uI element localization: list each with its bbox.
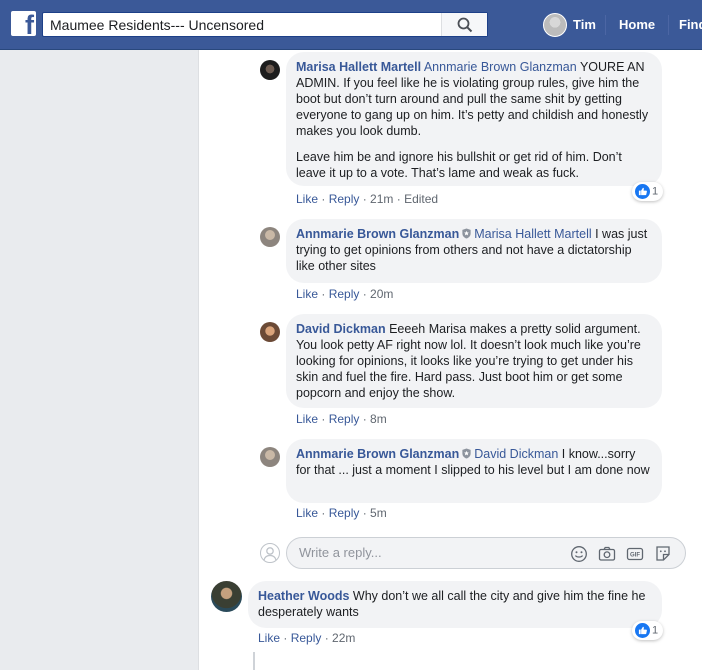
- find-friends-link[interactable]: Find: [679, 17, 702, 32]
- comment-actions: Like · Reply · 22m: [258, 631, 356, 645]
- avatar[interactable]: [260, 322, 280, 342]
- avatar: [543, 13, 567, 37]
- search-icon: [457, 17, 473, 33]
- avatar[interactable]: [260, 227, 280, 247]
- comment-bubble: Marisa Hallett Martell Annmarie Brown Gl…: [286, 52, 662, 186]
- left-column: [0, 50, 198, 670]
- reaction-number: 1: [652, 624, 659, 637]
- reply-link[interactable]: Reply: [329, 192, 360, 206]
- sticker-icon[interactable]: [654, 545, 672, 563]
- search-button[interactable]: [441, 13, 487, 36]
- comment-actions: Like · Reply · 8m: [296, 412, 387, 426]
- reply-link[interactable]: Reply: [291, 631, 322, 645]
- gif-icon[interactable]: GIF: [626, 545, 644, 563]
- comment-author[interactable]: Marisa Hallett Martell: [296, 60, 421, 74]
- like-link[interactable]: Like: [258, 631, 280, 645]
- avatar[interactable]: [260, 447, 280, 467]
- reply-link[interactable]: Reply: [329, 412, 360, 426]
- top-navigation-bar: f Maumee Residents--- Uncensored Tim Hom…: [0, 0, 702, 50]
- avatar[interactable]: [211, 581, 242, 612]
- comment-bubble: David Dickman Eeeeh Marisa makes a prett…: [286, 314, 662, 408]
- comment-time[interactable]: 8m: [370, 412, 387, 426]
- shield-icon: [462, 228, 471, 239]
- comment-actions: Like · Reply · 5m: [296, 506, 387, 520]
- reaction-count[interactable]: 1: [632, 182, 664, 201]
- avatar: [260, 543, 280, 563]
- home-link[interactable]: Home: [619, 17, 655, 32]
- thumbs-up-icon: [635, 623, 650, 638]
- comment-time[interactable]: 22m: [332, 631, 355, 645]
- thread-connector: [253, 652, 255, 670]
- nav-divider: [605, 15, 606, 35]
- reply-link[interactable]: Reply: [329, 287, 360, 301]
- comment-actions: Like · Reply · 21m · Edited: [296, 192, 439, 206]
- comment-time[interactable]: 5m: [370, 506, 387, 520]
- reaction-count[interactable]: 1: [632, 621, 664, 640]
- thumbs-up-icon: [635, 184, 650, 199]
- comment-bubble: Annmarie Brown Glanzman David Dickman I k…: [286, 439, 662, 503]
- comment-mention[interactable]: Annmarie Brown Glanzman: [424, 60, 577, 74]
- like-link[interactable]: Like: [296, 287, 318, 301]
- reply-link[interactable]: Reply: [329, 506, 360, 520]
- comment-author[interactable]: Annmarie Brown Glanzman: [296, 227, 459, 241]
- comment-mention[interactable]: Marisa Hallett Martell: [474, 227, 591, 241]
- comment-bubble: Heather Woods Why don’t we all call the …: [248, 581, 662, 628]
- comment-author[interactable]: Heather Woods: [258, 589, 349, 603]
- emoji-icon[interactable]: [570, 545, 588, 563]
- comment-text: Leave him be and ignore his bullshit or …: [296, 150, 622, 180]
- comment-actions: Like · Reply · 20m: [296, 287, 394, 301]
- edited-label[interactable]: Edited: [404, 192, 438, 206]
- facebook-logo-icon[interactable]: f: [11, 11, 36, 36]
- like-link[interactable]: Like: [296, 506, 318, 520]
- shield-icon: [462, 448, 471, 459]
- comment-author[interactable]: David Dickman: [296, 322, 386, 336]
- reply-box[interactable]: GIF: [286, 537, 686, 569]
- comment-mention[interactable]: David Dickman: [474, 447, 558, 461]
- comment-bubble: Annmarie Brown Glanzman Marisa Hallett Ma…: [286, 219, 662, 283]
- like-link[interactable]: Like: [296, 192, 318, 206]
- comment-author[interactable]: Annmarie Brown Glanzman: [296, 447, 459, 461]
- avatar[interactable]: [260, 60, 280, 80]
- profile-name: Tim: [573, 17, 596, 32]
- reply-input[interactable]: [299, 545, 549, 560]
- camera-icon[interactable]: [598, 545, 616, 563]
- like-link[interactable]: Like: [296, 412, 318, 426]
- svg-text:GIF: GIF: [630, 553, 640, 559]
- comment-time[interactable]: 20m: [370, 287, 393, 301]
- reaction-number: 1: [652, 185, 659, 198]
- nav-divider: [668, 15, 669, 35]
- comment-time[interactable]: 21m: [370, 192, 393, 206]
- user-placeholder-icon: [263, 547, 277, 561]
- search-bar[interactable]: Maumee Residents--- Uncensored: [42, 12, 488, 37]
- search-input[interactable]: Maumee Residents--- Uncensored: [50, 17, 264, 33]
